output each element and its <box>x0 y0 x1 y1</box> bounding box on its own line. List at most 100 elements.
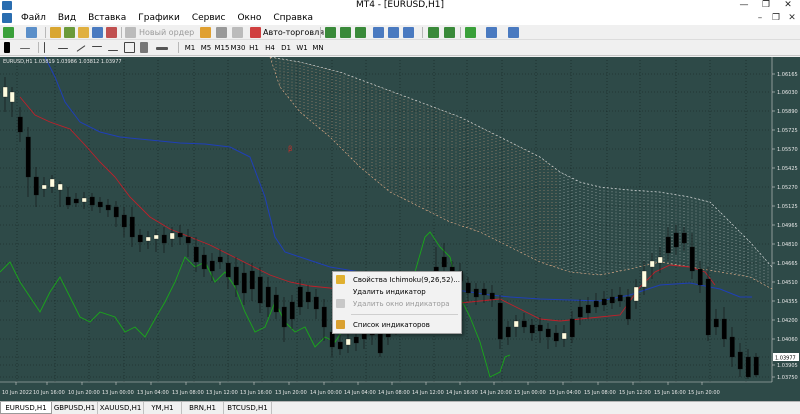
tab-xauusd-h1[interactable]: XAUUSD,H1 <box>98 402 144 414</box>
tab-brn-h1[interactable]: BRN,H1 <box>182 402 224 414</box>
menu-item-indicators-list[interactable]: Список индикаторов <box>333 319 461 331</box>
price-tick-label: 1.04965 <box>777 223 798 229</box>
tf-m5[interactable]: M5 <box>198 40 214 56</box>
price-tick-label: 1.05125 <box>777 204 798 210</box>
navigator-icon[interactable] <box>78 27 89 38</box>
line-chart-icon[interactable] <box>355 27 366 38</box>
candlesticks-icon[interactable] <box>340 27 351 38</box>
tab-ym-h1[interactable]: YM,H1 <box>144 402 182 414</box>
bar-chart-icon[interactable] <box>325 27 336 38</box>
candle-body <box>345 338 351 346</box>
menu-help[interactable]: Справка <box>267 11 319 25</box>
menu-window[interactable]: Окно <box>231 11 267 25</box>
chart-tabs: EURUSD,H1 GBPUSD,H1 XAUUSD,H1 YM,H1 BRN,… <box>0 401 800 414</box>
chart-area[interactable]: 1.06165 1.06030 1.05890 1.05725 1.05570 1.054… <box>0 57 800 401</box>
maximize-button[interactable]: ❐ <box>755 0 777 11</box>
channel-icon[interactable] <box>92 46 102 47</box>
close-button[interactable]: ✕ <box>777 0 799 11</box>
text-icon[interactable] <box>124 42 135 53</box>
candle-body <box>529 324 535 334</box>
chart-window-icon[interactable] <box>2 13 12 23</box>
profiles-icon[interactable] <box>26 27 37 38</box>
price-tick-label: 1.06165 <box>777 72 798 78</box>
candle-body <box>33 176 39 196</box>
signals-icon[interactable] <box>216 27 227 38</box>
time-tick-label: 10 Jun 16:00 <box>33 390 65 396</box>
arrows-dropdown-icon[interactable] <box>156 47 168 50</box>
candle-body <box>545 328 551 338</box>
candle-body <box>441 256 447 268</box>
candle-body <box>281 306 287 328</box>
candle-body <box>57 183 63 191</box>
market-icon[interactable] <box>232 27 243 38</box>
indicators-icon[interactable] <box>465 27 476 38</box>
menu-insert[interactable]: Вставка <box>82 11 132 25</box>
market-watch-icon[interactable] <box>50 27 61 38</box>
zoom-out-icon[interactable] <box>388 27 399 38</box>
menu-bar: Файл Вид Вставка Графики Сервис Окно Спр… <box>0 11 800 25</box>
title-bar: MT4 - [EURUSD,H1] — ❐ ✕ <box>0 0 800 11</box>
tf-m1[interactable]: M1 <box>182 40 198 56</box>
menu-charts[interactable]: Графики <box>132 11 186 25</box>
zoom-in-icon[interactable] <box>373 27 384 38</box>
menu-item-delete-indicator[interactable]: Удалить индикатор <box>333 286 461 298</box>
chart-shift-icon[interactable] <box>428 27 439 38</box>
tf-h4[interactable]: H4 <box>262 40 278 56</box>
candle-body <box>17 116 23 133</box>
new-order-icon[interactable] <box>125 27 136 38</box>
time-tick-label: 13 Jun 04:00 <box>137 390 169 396</box>
crosshair-icon[interactable] <box>20 48 30 49</box>
new-order-button[interactable]: Новый ордер <box>139 25 194 40</box>
candle-body <box>249 270 255 290</box>
child-restore-button[interactable]: ❐ <box>768 11 784 25</box>
tf-mn[interactable]: MN <box>310 40 326 56</box>
tf-w1[interactable]: W1 <box>294 40 310 56</box>
candle-body <box>465 282 471 294</box>
auto-trading-icon[interactable] <box>250 27 261 38</box>
label-icon[interactable] <box>140 42 148 53</box>
price-chart[interactable]: 1.06165 1.06030 1.05890 1.05725 1.05570 1.054… <box>0 57 800 401</box>
candle-body <box>521 320 527 328</box>
vertical-line-icon[interactable] <box>44 42 45 53</box>
child-minimize-button[interactable]: – <box>752 11 768 25</box>
child-close-button[interactable]: ✕ <box>784 11 800 25</box>
tf-h1[interactable]: H1 <box>246 40 262 56</box>
candle-body <box>633 286 639 302</box>
time-tick-label: 10 Jun 20:00 <box>68 390 100 396</box>
candle-body <box>489 292 495 300</box>
tab-eurusd-h1[interactable]: EURUSD,H1 <box>0 402 52 414</box>
tab-gbpusd-h1[interactable]: GBPUSD,H1 <box>52 402 98 414</box>
menu-file[interactable]: Файл <box>15 11 52 25</box>
candle-body <box>681 232 687 244</box>
metaeditor-icon[interactable] <box>200 27 211 38</box>
candle-body <box>113 206 119 218</box>
strategy-tester-icon[interactable] <box>106 27 117 38</box>
tf-m15[interactable]: M15 <box>214 40 230 56</box>
terminal-icon[interactable] <box>92 27 103 38</box>
tf-d1[interactable]: D1 <box>278 40 294 56</box>
tf-m30[interactable]: M30 <box>230 40 246 56</box>
candle-body <box>321 306 327 328</box>
candle-body <box>137 234 143 243</box>
periods-icon[interactable] <box>486 27 497 38</box>
auto-trading-button[interactable]: Авто-торговля <box>263 25 324 40</box>
trendline-icon[interactable] <box>76 45 86 52</box>
autoscroll-icon[interactable] <box>444 27 455 38</box>
new-chart-icon[interactable] <box>3 27 14 38</box>
data-window-icon[interactable] <box>64 27 75 38</box>
tab-btcusd-h1[interactable]: BTCUSD,H1 <box>224 402 272 414</box>
candle-body <box>641 270 647 288</box>
cursor-icon[interactable] <box>4 42 10 53</box>
candle-body <box>209 260 215 272</box>
candle-body <box>329 331 335 348</box>
horizontal-line-icon[interactable] <box>58 48 68 49</box>
candle-body <box>593 300 599 308</box>
fibonacci-icon[interactable] <box>108 50 118 51</box>
menu-item-indicator-properties[interactable]: Свойства Ichimoku(9,26,52)... <box>333 274 461 286</box>
templates-icon[interactable] <box>508 27 519 38</box>
price-tick-label: 1.04060 <box>777 337 798 343</box>
minimize-button[interactable]: — <box>733 0 755 11</box>
tile-windows-icon[interactable] <box>403 27 414 38</box>
menu-view[interactable]: Вид <box>52 11 82 25</box>
menu-tools[interactable]: Сервис <box>186 11 232 25</box>
